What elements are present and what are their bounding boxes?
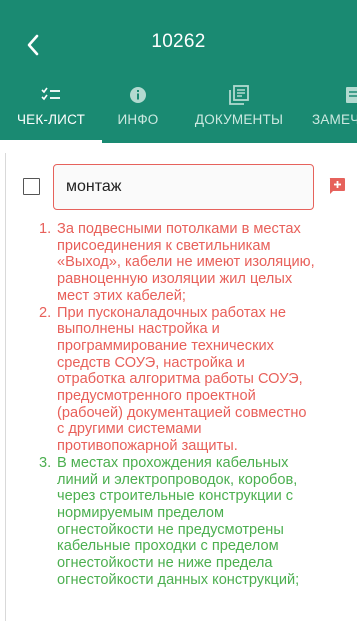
item-checkbox[interactable] <box>23 178 40 195</box>
remarks-list: 1. За подвесными потолками в местах прис… <box>39 221 357 588</box>
tab-label: ДОКУМЕНТЫ <box>194 112 284 127</box>
tab-documents[interactable]: ДОКУМЕНТЫ <box>180 84 298 143</box>
documents-icon <box>229 84 249 106</box>
note-input[interactable]: монтаж <box>53 164 314 210</box>
tab-info[interactable]: ИНФО <box>104 84 172 143</box>
list-item: 1. За подвесными потолками в местах прис… <box>39 221 357 305</box>
tab-checklist[interactable]: ЧЕК-ЛИСТ <box>0 84 102 143</box>
app-header: 10262 ЧЕК-ЛИСТ ИНФО ДОКУМЕНТЫ ЗАМЕЧ <box>0 0 357 143</box>
list-item-number: 1. <box>39 221 52 237</box>
list-item: 2. При пусконаладочных работах не выполн… <box>39 305 357 455</box>
page-title: 10262 <box>151 31 206 52</box>
info-icon <box>129 84 147 106</box>
divider <box>5 153 6 621</box>
list-item-number: 2. <box>39 304 52 321</box>
list-item-text: В местах прохождения кабельных линий и э… <box>57 454 300 588</box>
list-item: 3. В местах прохождения кабельных линий … <box>39 455 357 589</box>
tab-label: ИНФО <box>117 112 159 127</box>
tab-remarks[interactable]: ЗАМЕЧ <box>312 84 357 143</box>
list-item-text: За подвесными потолками в местах присоед… <box>57 221 315 304</box>
active-tab-indicator <box>0 140 102 143</box>
tab-label: ЗАМЕЧ <box>312 112 357 127</box>
add-comment-icon[interactable] <box>328 177 346 195</box>
tab-label: ЧЕК-ЛИСТ <box>16 112 86 127</box>
list-item-number: 3. <box>39 454 52 471</box>
tab-bar: ЧЕК-ЛИСТ ИНФО ДОКУМЕНТЫ ЗАМЕЧ <box>0 84 357 143</box>
checklist-icon <box>41 84 61 106</box>
list-item-text: При пусконаладочных работах не выполнены… <box>57 304 307 455</box>
remarks-icon <box>345 84 357 106</box>
